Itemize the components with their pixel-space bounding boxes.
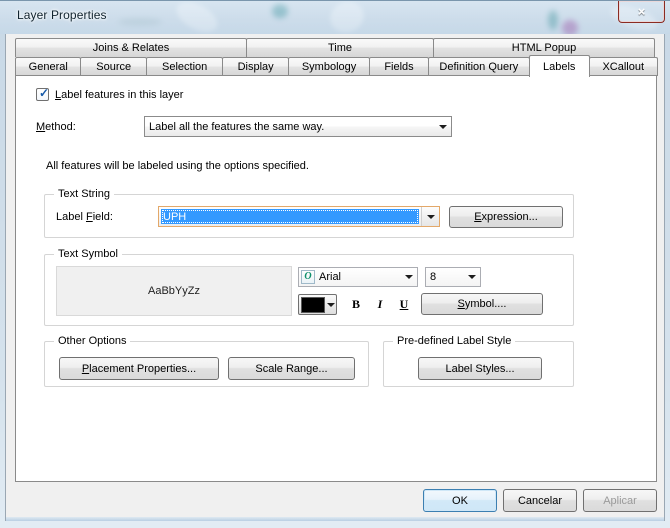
apply-button[interactable]: Aplicar bbox=[583, 489, 657, 512]
window-top-edge bbox=[0, 0, 670, 1]
text-symbol-group: Text Symbol AaBbYyZz O Arial 8 B I U Sym… bbox=[44, 248, 574, 326]
label-features-checkbox-label: Label features in this layer bbox=[55, 88, 184, 101]
chevron-down-icon bbox=[401, 275, 417, 279]
chevron-down-icon bbox=[434, 117, 451, 136]
opentype-font-icon: O bbox=[301, 270, 315, 284]
tab-label: Source bbox=[96, 61, 132, 73]
other-options-group: Other Options Placement Properties... Sc… bbox=[44, 335, 369, 387]
window-title: Layer Properties bbox=[17, 8, 107, 22]
tab-panel-labels: ✓ Label features in this layer Method: L… bbox=[15, 75, 657, 482]
layer-properties-dialog: Layer Properties × Joins & Relates Time HT… bbox=[0, 0, 670, 528]
cancel-button[interactable]: Cancelar bbox=[503, 489, 577, 512]
symbol-button[interactable]: Symbol.... bbox=[421, 293, 543, 315]
tab-display[interactable]: Display bbox=[222, 57, 289, 76]
tab-definition-query[interactable]: Definition Query bbox=[427, 57, 530, 76]
tab-selection[interactable]: Selection bbox=[145, 57, 224, 76]
chevron-down-icon bbox=[464, 275, 480, 279]
italic-button[interactable]: I bbox=[369, 294, 391, 315]
label-features-checkbox[interactable]: ✓ bbox=[36, 86, 50, 101]
scale-range-button[interactable]: Scale Range... bbox=[228, 357, 355, 380]
placement-properties-button[interactable]: Placement Properties... bbox=[59, 357, 219, 380]
tab-labels[interactable]: Labels bbox=[528, 55, 590, 77]
tab-label: Symbology bbox=[301, 61, 357, 73]
tab-control: Joins & Relates Time HTML Popup General Sou… bbox=[15, 37, 658, 482]
ok-button[interactable]: OK bbox=[423, 489, 497, 512]
scale-range-button-label: Scale Range... bbox=[255, 362, 328, 375]
tab-label: Labels bbox=[543, 60, 576, 73]
tab-general[interactable]: General bbox=[15, 57, 82, 76]
expression-button-label: Expression... bbox=[474, 211, 538, 223]
text-string-group: Text String Label Field: UPH Expression.… bbox=[44, 188, 574, 238]
label-field-value: UPH bbox=[161, 209, 419, 224]
font-family-value: Arial bbox=[319, 271, 342, 283]
tab-row-bottom: General Source Selection Display Symbology Fi… bbox=[15, 55, 658, 77]
tab-label: Display bbox=[237, 61, 274, 73]
method-dropdown[interactable]: Label all the features the same way. bbox=[144, 116, 452, 137]
tab-label: Fields bbox=[384, 61, 414, 73]
chevron-down-icon bbox=[421, 207, 439, 226]
bold-button[interactable]: B bbox=[345, 294, 367, 315]
close-button[interactable]: × bbox=[618, 1, 665, 23]
font-color-picker[interactable] bbox=[298, 294, 337, 315]
label-field-dropdown[interactable]: UPH bbox=[158, 206, 440, 227]
symbol-button-label: Symbol.... bbox=[457, 298, 507, 310]
chevron-down-icon bbox=[325, 302, 336, 307]
placement-properties-button-label: Placement Properties... bbox=[81, 362, 197, 375]
color-swatch bbox=[301, 296, 325, 313]
label-styles-button[interactable]: Label Styles... bbox=[418, 357, 542, 380]
tab-source[interactable]: Source bbox=[80, 57, 147, 76]
close-icon: × bbox=[637, 3, 646, 19]
label-style-group-title: Pre-defined Label Style bbox=[393, 335, 516, 347]
label-features-checkbox-text: abel features in this layer bbox=[61, 88, 184, 101]
underline-button[interactable]: U bbox=[393, 294, 415, 315]
font-size-value: 8 bbox=[430, 271, 437, 283]
expression-button[interactable]: Expression... bbox=[449, 206, 563, 228]
client-bottom-edge bbox=[6, 517, 664, 521]
font-family-dropdown[interactable]: O Arial bbox=[298, 267, 418, 287]
method-dropdown-value: Label all the features the same way. bbox=[149, 120, 325, 133]
tab-label: Definition Query bbox=[439, 61, 519, 73]
label-field-label: Label Field: bbox=[56, 211, 113, 223]
method-row: Method: Label all the features the same … bbox=[36, 116, 452, 137]
other-options-group-title: Other Options bbox=[54, 335, 131, 347]
tab-fields[interactable]: Fields bbox=[369, 57, 429, 76]
text-symbol-preview-text: AaBbYyZz bbox=[148, 285, 200, 297]
checkmark-icon: ✓ bbox=[39, 86, 50, 100]
font-size-dropdown[interactable]: 8 bbox=[425, 267, 481, 287]
dialog-client-area: Joins & Relates Time HTML Popup General Sou… bbox=[5, 34, 665, 521]
labels-note-text: All features will be labeled using the o… bbox=[46, 160, 309, 172]
method-label: Method: bbox=[36, 120, 76, 133]
tab-label: Selection bbox=[162, 61, 208, 73]
tab-label: Joins & Relates bbox=[92, 42, 170, 54]
tab-label: General bbox=[28, 61, 68, 73]
label-features-checkbox-row[interactable]: ✓ Label features in this layer bbox=[36, 86, 184, 101]
tab-joins-relates[interactable]: Joins & Relates bbox=[15, 38, 247, 57]
tab-label: HTML Popup bbox=[511, 42, 577, 54]
text-symbol-preview: AaBbYyZz bbox=[56, 266, 292, 316]
text-string-group-title: Text String bbox=[54, 188, 114, 200]
tab-label: Time bbox=[327, 42, 353, 54]
tab-xcallout[interactable]: XCallout bbox=[588, 57, 658, 76]
tab-row-top: Joins & Relates Time HTML Popup bbox=[15, 37, 657, 57]
tab-label: XCallout bbox=[602, 61, 645, 73]
label-style-group: Pre-defined Label Style Label Styles... bbox=[383, 335, 574, 387]
tab-symbology[interactable]: Symbology bbox=[287, 57, 371, 76]
tab-time[interactable]: Time bbox=[246, 38, 434, 57]
text-symbol-group-title: Text Symbol bbox=[54, 248, 122, 260]
